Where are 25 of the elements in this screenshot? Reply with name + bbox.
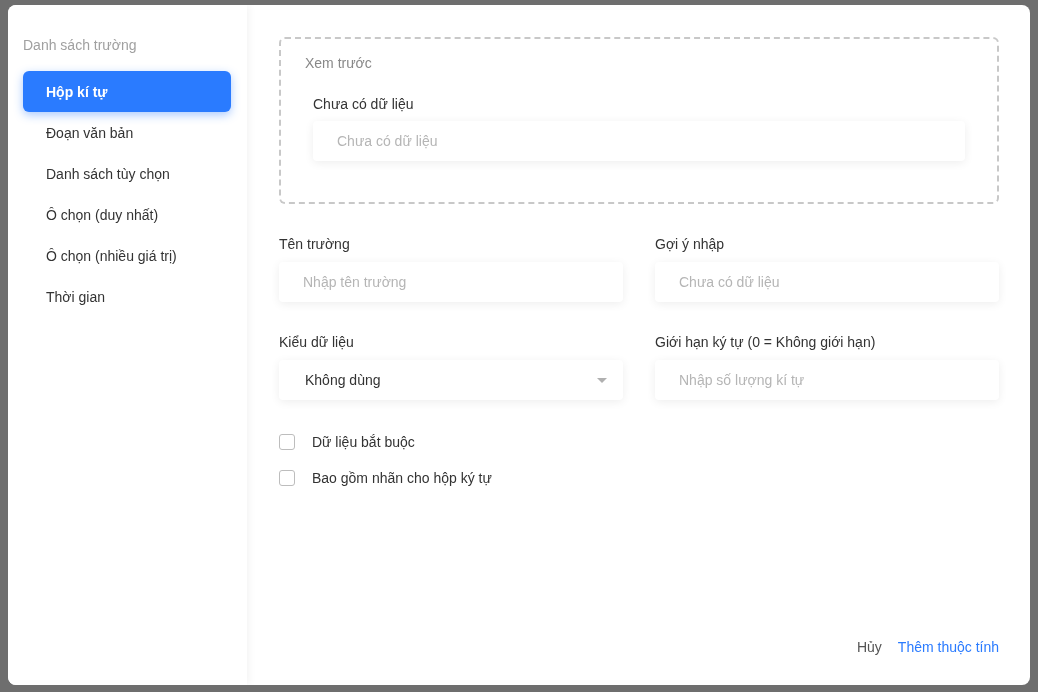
sidebar-item[interactable]: Danh sách tùy chọn	[23, 153, 231, 194]
select-field[interactable]: Không dùng	[279, 360, 623, 400]
field-label: Tên trường	[279, 236, 351, 252]
add-attribute-button[interactable]: Thêm thuộc tính	[897, 639, 999, 655]
field-label: Giới hạn ký tự (0 = Không giới hạn)	[655, 334, 877, 350]
field-label: Gợi ý nhập	[655, 236, 726, 252]
input-field[interactable]: Chưa có dữ liệu	[655, 262, 999, 302]
sidebar-item[interactable]: Thời gian	[23, 276, 231, 317]
sidebar-title: Danh sách trường	[23, 37, 138, 53]
checkbox-label: Dữ liệu bắt buộc	[312, 434, 415, 450]
cancel-button[interactable]: Hủy	[856, 639, 882, 655]
sidebar-item[interactable]: Ô chọn (duy nhất)	[23, 194, 231, 235]
field-label: Kiểu dữ liệu	[279, 334, 355, 350]
input-field[interactable]: Nhập số lượng kí tự	[655, 360, 999, 400]
checkbox-label: Bao gồm nhãn cho hộp ký tự	[312, 470, 492, 486]
preview-title: Xem trước	[305, 55, 373, 71]
field-label: Chưa có dữ liệu	[313, 96, 415, 112]
caret-icon	[597, 377, 607, 383]
checkbox[interactable]	[279, 470, 295, 486]
input-field[interactable]: Chưa có dữ liệu	[313, 121, 965, 161]
sidebar-item[interactable]: Ô chọn (nhiều giá trị)	[23, 235, 231, 276]
checkbox[interactable]	[279, 434, 295, 450]
input-field[interactable]: Nhập tên trường	[279, 262, 623, 302]
sidebar-item[interactable]: Đoạn văn bản	[23, 112, 231, 153]
sidebar-item[interactable]: Hộp kí tự	[23, 71, 231, 112]
